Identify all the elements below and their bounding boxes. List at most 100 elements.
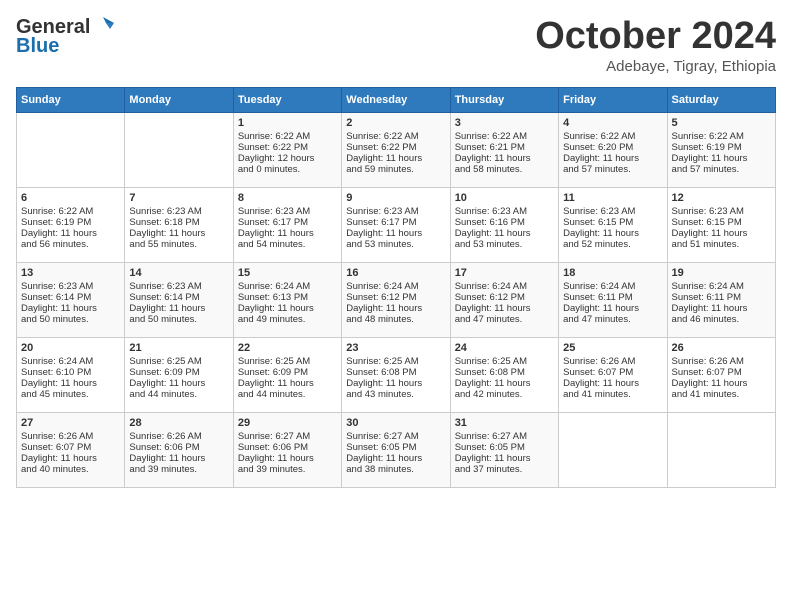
day-info-line: Sunrise: 6:26 AM bbox=[672, 356, 771, 367]
calendar-cell: 9Sunrise: 6:23 AMSunset: 6:17 PMDaylight… bbox=[342, 187, 450, 262]
day-info-line: Sunset: 6:13 PM bbox=[238, 292, 337, 303]
day-of-week-header: Friday bbox=[559, 87, 667, 112]
day-number: 8 bbox=[238, 192, 337, 204]
day-info-line: Sunset: 6:10 PM bbox=[21, 367, 120, 378]
title-block: October 2024 Adebaye, Tigray, Ethiopia bbox=[535, 16, 776, 75]
day-number: 15 bbox=[238, 267, 337, 279]
day-info-line: and 39 minutes. bbox=[129, 464, 228, 475]
day-info-line: Sunrise: 6:22 AM bbox=[21, 206, 120, 217]
day-info-line: Sunrise: 6:25 AM bbox=[238, 356, 337, 367]
day-of-week-header: Wednesday bbox=[342, 87, 450, 112]
day-info-line: and 42 minutes. bbox=[455, 389, 554, 400]
day-info-line: Daylight: 11 hours bbox=[563, 228, 662, 239]
calendar-week-row: 27Sunrise: 6:26 AMSunset: 6:07 PMDayligh… bbox=[17, 412, 776, 487]
day-number: 19 bbox=[672, 267, 771, 279]
day-number: 12 bbox=[672, 192, 771, 204]
day-info-line: Daylight: 11 hours bbox=[346, 303, 445, 314]
day-number: 30 bbox=[346, 417, 445, 429]
day-number: 4 bbox=[563, 117, 662, 129]
day-info-line: Sunset: 6:08 PM bbox=[346, 367, 445, 378]
day-info-line: Daylight: 11 hours bbox=[346, 228, 445, 239]
calendar-cell: 1Sunrise: 6:22 AMSunset: 6:22 PMDaylight… bbox=[233, 112, 341, 187]
day-info-line: and 53 minutes. bbox=[455, 239, 554, 250]
day-number: 17 bbox=[455, 267, 554, 279]
day-info-line: Sunset: 6:09 PM bbox=[129, 367, 228, 378]
day-info-line: Sunrise: 6:23 AM bbox=[455, 206, 554, 217]
day-info-line: and 41 minutes. bbox=[563, 389, 662, 400]
calendar-cell: 20Sunrise: 6:24 AMSunset: 6:10 PMDayligh… bbox=[17, 337, 125, 412]
day-info-line: Daylight: 11 hours bbox=[672, 153, 771, 164]
day-info-line: Daylight: 11 hours bbox=[455, 453, 554, 464]
day-info-line: Daylight: 11 hours bbox=[129, 453, 228, 464]
day-info-line: Daylight: 11 hours bbox=[21, 378, 120, 389]
calendar-week-row: 1Sunrise: 6:22 AMSunset: 6:22 PMDaylight… bbox=[17, 112, 776, 187]
day-info-line: Sunset: 6:12 PM bbox=[455, 292, 554, 303]
day-info-line: Sunrise: 6:27 AM bbox=[455, 431, 554, 442]
day-of-week-header: Monday bbox=[125, 87, 233, 112]
calendar-cell: 23Sunrise: 6:25 AMSunset: 6:08 PMDayligh… bbox=[342, 337, 450, 412]
day-info-line: Sunset: 6:05 PM bbox=[346, 442, 445, 453]
day-info-line: and 45 minutes. bbox=[21, 389, 120, 400]
day-info-line: Sunrise: 6:23 AM bbox=[563, 206, 662, 217]
day-number: 23 bbox=[346, 342, 445, 354]
day-info-line: Sunset: 6:17 PM bbox=[238, 217, 337, 228]
day-info-line: Sunrise: 6:23 AM bbox=[672, 206, 771, 217]
day-info-line: and 54 minutes. bbox=[238, 239, 337, 250]
day-info-line: Daylight: 11 hours bbox=[129, 228, 228, 239]
day-info-line: Sunrise: 6:22 AM bbox=[563, 131, 662, 142]
day-info-line: Sunrise: 6:26 AM bbox=[563, 356, 662, 367]
calendar-cell bbox=[125, 112, 233, 187]
calendar-cell: 17Sunrise: 6:24 AMSunset: 6:12 PMDayligh… bbox=[450, 262, 558, 337]
day-info-line: Daylight: 11 hours bbox=[455, 378, 554, 389]
calendar-cell: 8Sunrise: 6:23 AMSunset: 6:17 PMDaylight… bbox=[233, 187, 341, 262]
day-number: 7 bbox=[129, 192, 228, 204]
calendar-cell: 7Sunrise: 6:23 AMSunset: 6:18 PMDaylight… bbox=[125, 187, 233, 262]
day-number: 10 bbox=[455, 192, 554, 204]
day-info-line: and 0 minutes. bbox=[238, 164, 337, 175]
calendar-cell: 25Sunrise: 6:26 AMSunset: 6:07 PMDayligh… bbox=[559, 337, 667, 412]
day-info-line: Daylight: 11 hours bbox=[129, 303, 228, 314]
calendar-cell: 30Sunrise: 6:27 AMSunset: 6:05 PMDayligh… bbox=[342, 412, 450, 487]
day-info-line: Sunset: 6:22 PM bbox=[346, 142, 445, 153]
day-info-line: Sunset: 6:14 PM bbox=[129, 292, 228, 303]
day-info-line: Sunrise: 6:24 AM bbox=[21, 356, 120, 367]
logo-blue-text: Blue bbox=[16, 35, 59, 58]
day-info-line: Sunset: 6:21 PM bbox=[455, 142, 554, 153]
day-info-line: Sunrise: 6:22 AM bbox=[238, 131, 337, 142]
day-info-line: Daylight: 11 hours bbox=[238, 453, 337, 464]
day-info-line: Sunrise: 6:22 AM bbox=[672, 131, 771, 142]
day-of-week-header: Saturday bbox=[667, 87, 775, 112]
day-info-line: Daylight: 11 hours bbox=[238, 378, 337, 389]
day-info-line: Sunset: 6:19 PM bbox=[21, 217, 120, 228]
day-info-line: Sunrise: 6:23 AM bbox=[346, 206, 445, 217]
location-subtitle: Adebaye, Tigray, Ethiopia bbox=[535, 58, 776, 75]
calendar-cell: 5Sunrise: 6:22 AMSunset: 6:19 PMDaylight… bbox=[667, 112, 775, 187]
day-info-line: and 44 minutes. bbox=[129, 389, 228, 400]
day-info-line: and 41 minutes. bbox=[672, 389, 771, 400]
calendar-week-row: 20Sunrise: 6:24 AMSunset: 6:10 PMDayligh… bbox=[17, 337, 776, 412]
day-info-line: Daylight: 12 hours bbox=[238, 153, 337, 164]
day-info-line: Sunrise: 6:22 AM bbox=[455, 131, 554, 142]
day-info-line: Sunset: 6:18 PM bbox=[129, 217, 228, 228]
day-info-line: Sunrise: 6:24 AM bbox=[455, 281, 554, 292]
day-info-line: Sunset: 6:14 PM bbox=[21, 292, 120, 303]
calendar-cell: 3Sunrise: 6:22 AMSunset: 6:21 PMDaylight… bbox=[450, 112, 558, 187]
day-info-line: Sunrise: 6:23 AM bbox=[21, 281, 120, 292]
day-info-line: Daylight: 11 hours bbox=[563, 303, 662, 314]
day-info-line: Daylight: 11 hours bbox=[455, 153, 554, 164]
day-info-line: Sunset: 6:07 PM bbox=[21, 442, 120, 453]
day-info-line: and 52 minutes. bbox=[563, 239, 662, 250]
day-number: 2 bbox=[346, 117, 445, 129]
day-info-line: Daylight: 11 hours bbox=[672, 378, 771, 389]
day-number: 9 bbox=[346, 192, 445, 204]
calendar-cell: 22Sunrise: 6:25 AMSunset: 6:09 PMDayligh… bbox=[233, 337, 341, 412]
day-info-line: Sunrise: 6:25 AM bbox=[346, 356, 445, 367]
calendar-cell: 11Sunrise: 6:23 AMSunset: 6:15 PMDayligh… bbox=[559, 187, 667, 262]
calendar-cell: 29Sunrise: 6:27 AMSunset: 6:06 PMDayligh… bbox=[233, 412, 341, 487]
day-info-line: and 49 minutes. bbox=[238, 314, 337, 325]
day-info-line: Daylight: 11 hours bbox=[21, 303, 120, 314]
calendar-cell: 21Sunrise: 6:25 AMSunset: 6:09 PMDayligh… bbox=[125, 337, 233, 412]
day-info-line: Sunrise: 6:24 AM bbox=[238, 281, 337, 292]
day-info-line: Sunrise: 6:23 AM bbox=[129, 281, 228, 292]
calendar-table: SundayMondayTuesdayWednesdayThursdayFrid… bbox=[16, 87, 776, 488]
